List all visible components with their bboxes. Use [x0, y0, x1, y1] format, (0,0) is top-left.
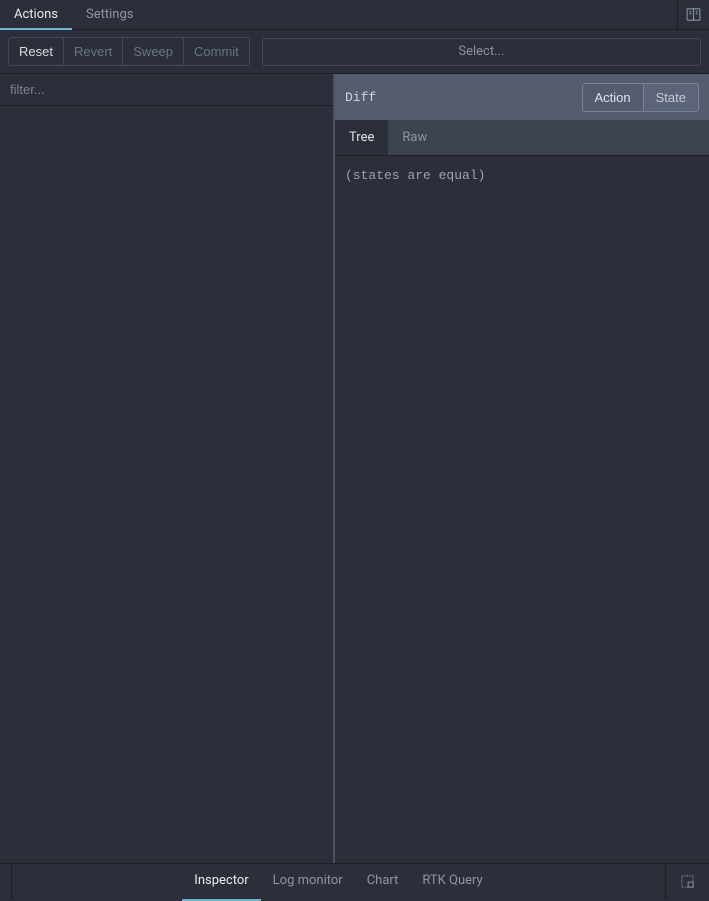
main-area: Diff Action State Tree Raw (states are e…: [0, 74, 709, 863]
tab-inspector[interactable]: Inspector: [182, 863, 260, 901]
tab-chart[interactable]: Chart: [355, 863, 411, 901]
actions-toolbar: Reset Revert Sweep Commit Select...: [0, 30, 709, 74]
state-view-button[interactable]: State: [644, 84, 698, 111]
details-header: Diff Action State: [335, 74, 709, 120]
view-tabs: Tree Raw: [335, 120, 709, 156]
tab-settings[interactable]: Settings: [72, 0, 147, 30]
bottom-tabs: Inspector Log monitor Chart RTK Query: [12, 863, 665, 901]
commit-button[interactable]: Commit: [184, 38, 249, 65]
docs-button[interactable]: [677, 0, 709, 30]
tab-rtk-query[interactable]: RTK Query: [410, 863, 494, 901]
instance-select[interactable]: Select...: [262, 38, 701, 66]
diff-label: Diff: [345, 90, 582, 105]
tab-actions[interactable]: Actions: [0, 0, 72, 30]
tab-tree[interactable]: Tree: [335, 120, 388, 155]
action-view-button[interactable]: Action: [583, 84, 644, 111]
actions-list-panel: [0, 74, 335, 863]
tab-log-monitor[interactable]: Log monitor: [261, 863, 355, 901]
top-tabs: Actions Settings: [0, 0, 709, 30]
book-icon: [685, 6, 702, 23]
revert-button[interactable]: Revert: [64, 38, 123, 65]
diff-body: (states are equal): [335, 156, 709, 863]
bottom-bar: Inspector Log monitor Chart RTK Query: [0, 863, 709, 899]
details-panel: Diff Action State Tree Raw (states are e…: [335, 74, 709, 863]
action-button-group: Reset Revert Sweep Commit: [8, 37, 250, 66]
filter-input[interactable]: [0, 74, 333, 106]
layout-button[interactable]: [665, 864, 709, 900]
layout-icon: [680, 874, 695, 889]
bottom-left-spacer: [0, 864, 12, 900]
sweep-button[interactable]: Sweep: [123, 38, 184, 65]
view-mode-group: Action State: [582, 83, 700, 112]
tab-raw[interactable]: Raw: [388, 120, 441, 155]
reset-button[interactable]: Reset: [9, 38, 64, 65]
